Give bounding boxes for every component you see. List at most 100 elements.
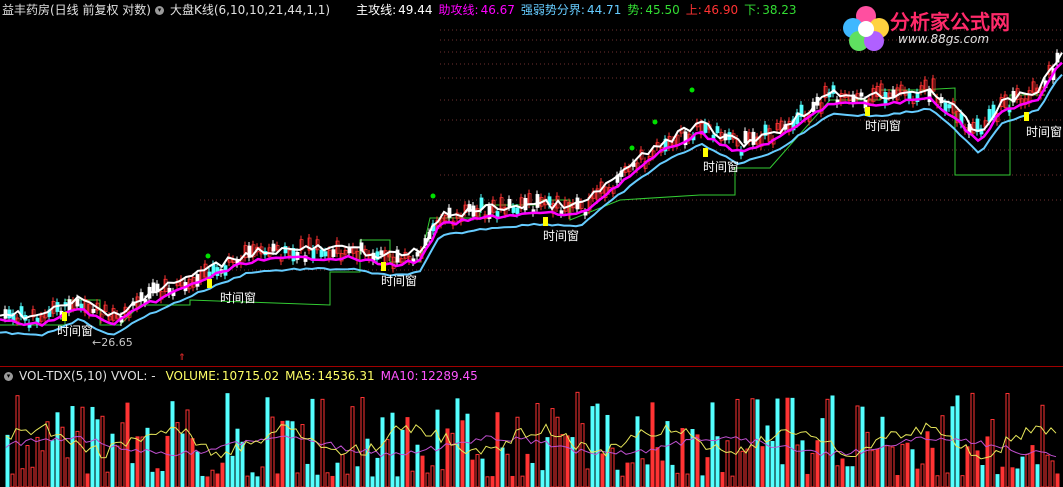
stock-title[interactable]: 益丰药房(日线 前复权 对数) xyxy=(2,3,151,17)
volume-bar xyxy=(640,458,645,487)
volume-bar xyxy=(735,398,740,487)
volume-bar xyxy=(1000,466,1005,487)
volume-bar xyxy=(305,463,310,487)
volume-bar xyxy=(155,468,160,487)
volume-bar xyxy=(25,444,30,487)
volume-bar xyxy=(835,465,840,487)
volume-bar xyxy=(630,462,635,487)
volume-header: ▾ VOL-TDX(5,10) VVOL: - VOLUME: 10715.02 MA5:… xyxy=(2,369,484,383)
volume-bar xyxy=(660,460,665,487)
volume-bar xyxy=(555,416,560,487)
volume-bar xyxy=(265,397,270,487)
volume-bar xyxy=(315,474,320,487)
settings-circle-icon[interactable]: ▾ xyxy=(155,6,164,15)
volume-bar xyxy=(950,406,955,487)
volume-bar xyxy=(285,420,290,487)
candle-body xyxy=(743,131,748,144)
volume-bar xyxy=(960,475,965,487)
volume-bar xyxy=(100,415,105,487)
flower-logo-icon xyxy=(843,6,889,51)
volume-bar xyxy=(65,457,70,487)
volume-bar xyxy=(770,440,775,487)
settings-circle-icon[interactable]: ▾ xyxy=(4,372,13,381)
volume-bar xyxy=(290,421,295,487)
volume-bar xyxy=(1010,467,1015,487)
time-window-marker xyxy=(865,107,870,116)
volume-chart-pane[interactable]: ▾ VOL-TDX(5,10) VVOL: - VOLUME: 10715.02 MA5:… xyxy=(0,367,1063,487)
volume-bar xyxy=(420,455,425,487)
volume-bar xyxy=(665,421,670,487)
volume-bar xyxy=(995,474,1000,487)
volume-bar xyxy=(930,447,935,487)
volume-bar xyxy=(120,422,125,487)
candle-body xyxy=(319,249,324,257)
vvol-value: VVOL: - xyxy=(111,369,156,383)
volume-bar xyxy=(840,458,845,487)
price-chart[interactable] xyxy=(0,0,1063,366)
volume-bar xyxy=(30,466,35,487)
vol-indicator-name[interactable]: VOL-TDX(5,10) xyxy=(19,369,107,383)
volume-bar xyxy=(430,465,435,487)
volume-bar xyxy=(170,401,175,487)
volume-bar xyxy=(180,433,185,487)
volume-bar xyxy=(560,434,565,487)
volume-bar xyxy=(250,472,255,487)
volume-bar xyxy=(55,412,60,487)
volume-bar xyxy=(140,436,145,487)
volume-bar xyxy=(870,450,875,487)
volume-bar xyxy=(740,450,745,487)
volume-bar xyxy=(220,462,225,487)
volume-bar xyxy=(915,468,920,487)
zhugong2-label: 助攻线: xyxy=(438,3,479,17)
time-window-marker xyxy=(543,217,548,226)
volume-bar xyxy=(775,398,780,487)
volume-chart[interactable] xyxy=(0,367,1063,487)
volume-bar xyxy=(210,469,215,487)
volume-bar xyxy=(535,403,540,487)
volume-bar xyxy=(765,425,770,487)
shi-value: 45.50 xyxy=(645,3,680,17)
volume-bar xyxy=(235,428,240,487)
logo-url: www.88gs.com xyxy=(898,32,990,46)
volume-bar xyxy=(300,424,305,487)
volume-bar xyxy=(295,472,300,487)
candle-body xyxy=(271,243,276,252)
volume-bar xyxy=(810,452,815,487)
volume-bar xyxy=(425,472,430,487)
volume-bar xyxy=(970,392,975,487)
volume-bar xyxy=(95,419,100,487)
signal-dot xyxy=(205,253,211,259)
candle-body xyxy=(331,249,336,257)
volume-bar xyxy=(715,436,720,487)
volume-bar xyxy=(725,440,730,487)
volume-bar xyxy=(825,398,830,487)
volume-bar xyxy=(790,397,795,487)
volume-bar xyxy=(380,417,385,487)
candle-body xyxy=(515,207,520,215)
volume-bar xyxy=(780,464,785,487)
volume-bar xyxy=(1055,473,1060,487)
volume-value: 10715.02 xyxy=(221,369,280,383)
volume-bar xyxy=(920,463,925,487)
volume-bar xyxy=(345,473,350,487)
price-chart-pane[interactable]: 益丰药房(日线 前复权 对数) ▾ 大盘K线(6,10,10,21,44,1,1) 主… xyxy=(0,0,1063,366)
volume-bar xyxy=(600,453,605,487)
candle-body xyxy=(91,308,96,313)
candle-body xyxy=(715,126,720,134)
volume-bar xyxy=(1015,468,1020,487)
time-window-label: 时间窗 xyxy=(57,324,94,338)
candle-body xyxy=(507,198,512,208)
logo-title: 分析家公式网 xyxy=(890,10,1010,34)
volume-bar xyxy=(70,406,75,487)
indicator-name[interactable]: 大盘K线(6,10,10,21,44,1,1) xyxy=(170,3,330,17)
volume-bar xyxy=(375,457,380,487)
volume-bar xyxy=(145,427,150,487)
volume-bar xyxy=(935,475,940,487)
volume-bar xyxy=(360,396,365,487)
volume-bar xyxy=(695,434,700,487)
volume-bar xyxy=(900,443,905,487)
candle-body xyxy=(323,251,328,257)
zhugong-label: 主攻线: xyxy=(356,3,397,17)
volume-bar xyxy=(550,408,555,487)
volume-bar xyxy=(480,458,485,487)
